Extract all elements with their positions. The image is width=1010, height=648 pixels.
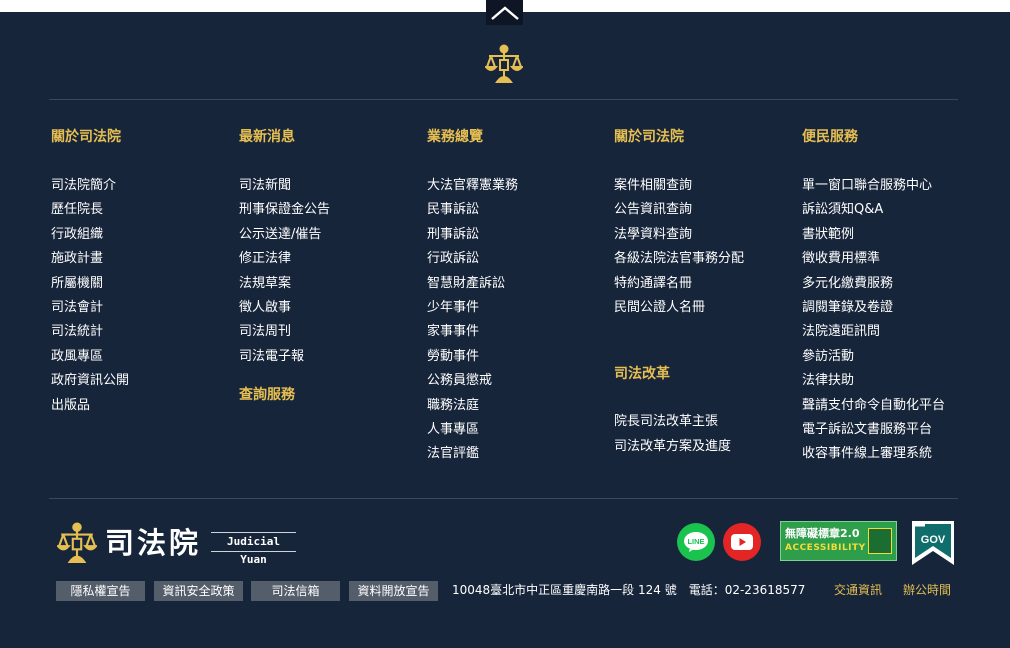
bottom-divider [49,498,958,499]
svg-text:LINE: LINE [687,537,704,546]
footer-link[interactable]: 大法官釋憲業務 [427,174,607,198]
accessibility-badge-title: 無障礙標章2.0 [785,527,860,540]
footer-column-news: 最新消息 司法新聞 刑事保證金公告 公示送達/催告 修正法律 法規草案 徵人啟事… [239,126,419,407]
footer-link[interactable]: 案件相關查詢 [614,174,794,198]
footer-link[interactable]: 多元化繳費服務 [802,272,982,296]
office-hours-link[interactable]: 辦公時間 [903,580,951,600]
footer-link[interactable]: 家事事件 [427,320,607,344]
footer-link[interactable]: 司法電子報 [239,345,419,369]
logo-english-name: Judicial Yuan [211,532,296,566]
footer-link[interactable]: 法院遠距訊問 [802,320,982,344]
footer-link[interactable]: 公告資訊查詢 [614,198,794,222]
gov-badge-label: GOV [921,534,946,546]
footer-link[interactable]: 司法院簡介 [51,174,231,198]
footer-link[interactable]: 法學資料查詢 [614,223,794,247]
footer-link[interactable]: 司法會計 [51,296,231,320]
footer-link[interactable]: 調閱筆錄及卷證 [802,296,982,320]
footer-link[interactable]: 徵人啟事 [239,296,419,320]
youtube-icon [731,534,753,550]
footer-link[interactable]: 各級法院法官事務分配 [614,247,794,271]
privacy-policy-button[interactable]: 隱私權宣告 [56,581,145,601]
scales-of-justice-icon [485,44,523,83]
accessibility-badge-subtitle: ACCESSIBILITY [785,543,866,553]
footer-link[interactable]: 司法新聞 [239,174,419,198]
address-and-phone: 10048臺北市中正區重慶南路一段 124 號 電話：02-23618577 [452,583,806,597]
back-to-top-button[interactable] [486,0,523,25]
footer-link[interactable]: 行政訴訟 [427,247,607,271]
footer-column-query: 關於司法院 案件相關查詢 公告資訊查詢 法學資料查詢 各級法院法官事務分配 特約… [614,126,794,459]
footer-link[interactable]: 行政組織 [51,223,231,247]
top-divider [49,99,958,100]
footer-link[interactable]: 法官評鑑 [427,442,607,466]
footer-column-about: 關於司法院 司法院簡介 歷任院長 行政組織 施政計畫 所屬機關 司法會計 司法統… [51,126,231,418]
scales-of-justice-icon [57,522,97,563]
mailbox-button[interactable]: 司法信箱 [251,581,340,601]
footer-link[interactable]: 民事訴訟 [427,198,607,222]
footer-link[interactable]: 電子訴訟文書服務平台 [802,418,982,442]
footer-link[interactable]: 施政計畫 [51,247,231,271]
footer-link[interactable]: 訴訟須知Q&A [802,198,982,222]
column-title[interactable]: 最新消息 [239,126,419,148]
footer-link[interactable]: 修正法律 [239,247,419,271]
footer-link[interactable]: 職務法庭 [427,394,607,418]
footer-link[interactable]: 人事專區 [427,418,607,442]
footer-link[interactable]: 所屬機關 [51,272,231,296]
footer-link[interactable]: 勞動事件 [427,345,607,369]
footer-column-services: 便民服務 單一窗口聯合服務中心 訴訟須知Q&A 書狀範例 徵收費用標準 多元化繳… [802,126,982,467]
footer-link[interactable]: 參訪活動 [802,345,982,369]
footer-link[interactable]: 政風專區 [51,345,231,369]
open-data-button[interactable]: 資料開放宣告 [349,581,438,601]
footer-link[interactable]: 刑事保證金公告 [239,198,419,222]
footer-link[interactable]: 收容事件線上審理系統 [802,442,982,466]
footer-link[interactable]: 司法統計 [51,320,231,344]
judicial-yuan-logo[interactable]: 司法院 Judicial Yuan [57,519,302,567]
footer-link[interactable]: 少年事件 [427,296,607,320]
column-subtitle-reform[interactable]: 司法改革 [614,362,794,386]
logo-chinese-name: 司法院 [105,526,202,560]
footer-link[interactable]: 單一窗口聯合服務中心 [802,174,982,198]
youtube-button[interactable] [723,523,761,561]
footer-link[interactable]: 聲請支付命令自動化平台 [802,394,982,418]
footer-link[interactable]: 智慧財產訴訟 [427,272,607,296]
footer-link[interactable]: 司法周刊 [239,320,419,344]
footer-link[interactable]: 民間公證人名冊 [614,296,794,320]
chevron-up-icon [490,5,519,20]
footer-link[interactable]: 司法改革方案及進度 [614,435,794,459]
line-icon: LINE [684,532,708,552]
column-title[interactable]: 關於司法院 [51,126,231,148]
column-title[interactable]: 關於司法院 [614,126,794,148]
footer-link[interactable]: 書狀範例 [802,223,982,247]
footer-link[interactable]: 公務員懲戒 [427,369,607,393]
column-title[interactable]: 業務總覽 [427,126,607,148]
footer-link[interactable]: 法規草案 [239,272,419,296]
footer-link[interactable]: 院長司法改革主張 [614,410,794,434]
security-policy-button[interactable]: 資訊安全政策 [154,581,243,601]
column-subtitle-query[interactable]: 查詢服務 [239,383,419,407]
column-title[interactable]: 便民服務 [802,126,982,148]
footer-link[interactable]: 刑事訴訟 [427,223,607,247]
footer-link[interactable]: 特約通譯名冊 [614,272,794,296]
footer-link[interactable]: 公示送達/催告 [239,223,419,247]
accessibility-grid-icon [868,528,892,554]
footer-link[interactable]: 法律扶助 [802,369,982,393]
gov-badge[interactable]: GOV [911,521,955,565]
accessibility-badge[interactable]: 無障礙標章2.0 ACCESSIBILITY [780,521,897,561]
footer-link[interactable]: 歷任院長 [51,198,231,222]
footer-link[interactable]: 徵收費用標準 [802,247,982,271]
footer-link[interactable]: 出版品 [51,394,231,418]
footer-column-business: 業務總覽 大法官釋憲業務 民事訴訟 刑事訴訟 行政訴訟 智慧財產訴訟 少年事件 … [427,126,607,467]
line-button[interactable]: LINE [677,523,715,561]
traffic-info-link[interactable]: 交通資訊 [834,580,882,600]
footer-link[interactable]: 政府資訊公開 [51,369,231,393]
